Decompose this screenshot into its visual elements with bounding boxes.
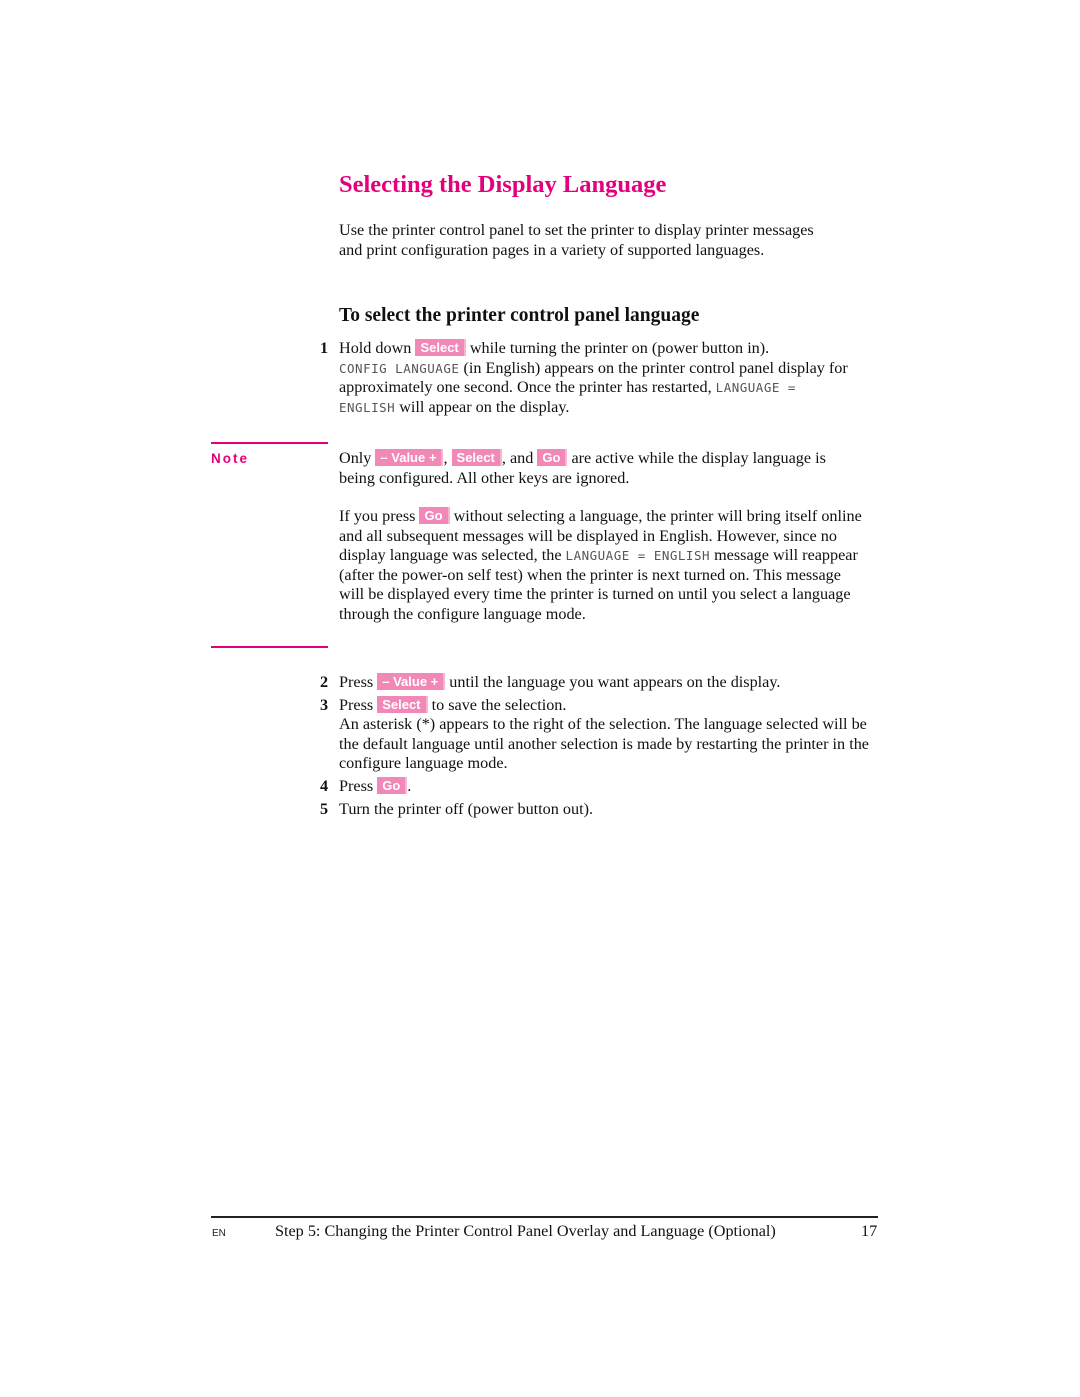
text: Press	[339, 673, 378, 691]
value-key: – Value +	[375, 449, 444, 466]
step-text: Press Go.	[339, 777, 411, 797]
note-label: Note	[211, 451, 249, 466]
note-top-rule	[211, 442, 328, 444]
value-key: – Value +	[377, 673, 446, 690]
page-number: 17	[861, 1222, 878, 1240]
text: Press	[339, 696, 378, 714]
text: until the language you want appears on t…	[445, 673, 781, 691]
footer-chapter-title: Step 5: Changing the Printer Control Pan…	[275, 1222, 776, 1240]
step-number: 2	[320, 673, 329, 691]
note-paragraph-1: Only – Value +, Select, and Go are activ…	[339, 449, 839, 488]
lcd-message: CONFIG LANGUAGE	[339, 360, 460, 376]
select-key: Select	[415, 339, 466, 356]
footer-rule	[211, 1216, 878, 1218]
text: to save the selection.	[427, 696, 567, 714]
text: .	[407, 777, 412, 795]
step-text: Turn the printer off (power button out).	[339, 800, 594, 818]
text: Hold down	[339, 339, 416, 357]
text: while turning the printer on (power butt…	[465, 339, 770, 357]
intro-paragraph: Use the printer control panel to set the…	[339, 221, 814, 259]
note-paragraph-2: If you press Go without selecting a lang…	[339, 507, 869, 625]
step-text: Press Select to save the selection.	[339, 696, 869, 716]
text: will appear on the display.	[395, 397, 570, 416]
step-number: 1	[320, 339, 329, 357]
go-key: Go	[377, 777, 408, 794]
text: ,	[443, 449, 452, 467]
step-number: 4	[320, 777, 329, 795]
select-key: Select	[451, 449, 502, 466]
step-number: 3	[320, 696, 329, 714]
text: , and	[501, 449, 538, 467]
footer-language-code: EN	[212, 1228, 226, 1239]
step-number: 5	[320, 800, 329, 818]
lcd-message: LANGUAGE = ENGLISH	[565, 548, 711, 564]
note-bottom-rule	[211, 646, 328, 648]
step-text: Hold down Select while turning the print…	[339, 339, 859, 417]
page-title: Selecting the Display Language	[339, 171, 667, 198]
text: If you press	[339, 507, 420, 525]
step-detail: An asterisk (*) appears to the right of …	[339, 715, 869, 773]
text: Only	[339, 449, 376, 467]
subheading: To select the printer control panel lang…	[339, 305, 700, 326]
go-key: Go	[537, 449, 568, 466]
text: Press	[339, 777, 378, 795]
select-key: Select	[377, 696, 428, 713]
go-key: Go	[419, 507, 450, 524]
step-text: Press – Value + until the language you w…	[339, 673, 879, 693]
